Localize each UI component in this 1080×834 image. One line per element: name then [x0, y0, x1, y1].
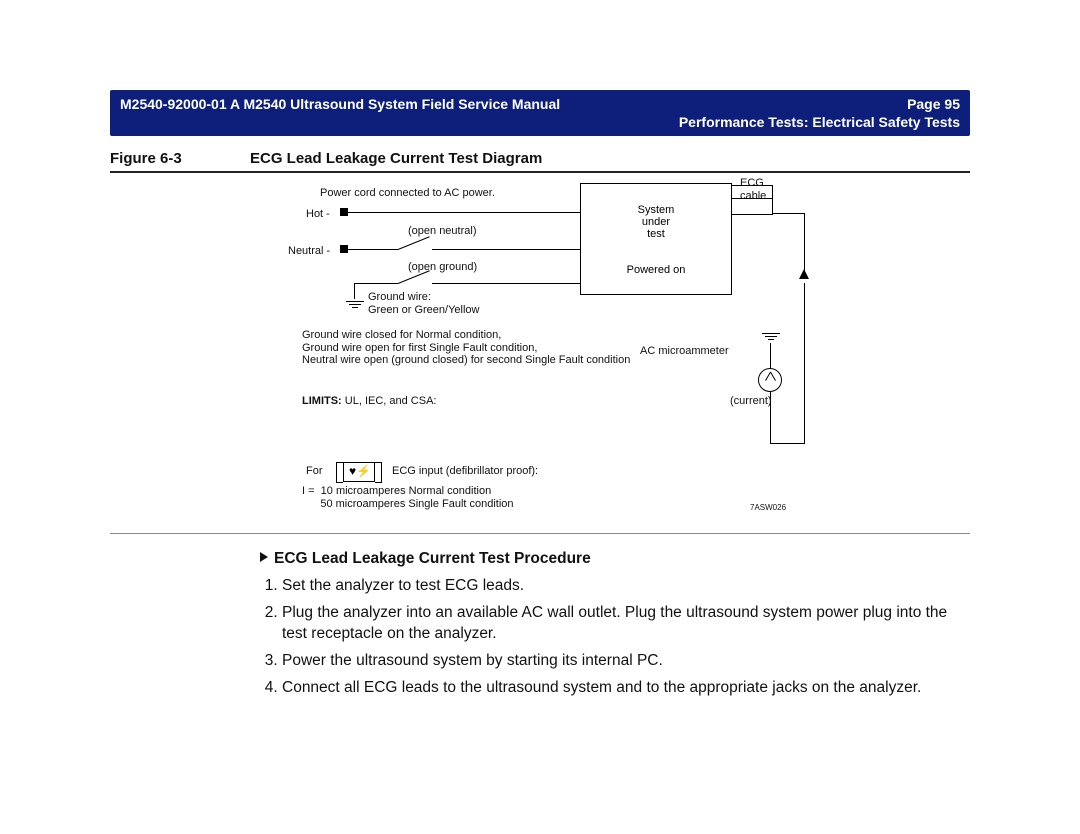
ecg-cable-label: ECG cable	[740, 177, 766, 202]
system-label-2: under	[642, 216, 670, 228]
ecg-input-label: ECG input (defibrillator proof):	[392, 465, 538, 478]
section-arrow-icon	[260, 552, 268, 562]
doc-id: M2540-92000-01 A M2540 Ultrasound System…	[120, 96, 560, 112]
procedure-section: ECG Lead Leakage Current Test Procedure …	[110, 550, 970, 699]
wire-ground-a	[354, 283, 398, 284]
wire-neutral-b	[432, 249, 580, 250]
step-2: Plug the analyzer into an available AC w…	[282, 603, 970, 645]
open-neutral-label: (open neutral)	[408, 225, 477, 238]
page-number: Page 95	[907, 96, 960, 112]
arrow-up-icon	[799, 269, 809, 279]
for-label: For	[306, 465, 323, 478]
procedure-steps: Set the analyzer to test ECG leads. Plug…	[260, 576, 970, 699]
power-cord-note: Power cord connected to AC power.	[320, 187, 495, 200]
step-4: Connect all ECG leads to the ultrasound …	[282, 678, 970, 699]
figure-heading: Figure 6-3 ECG Lead Leakage Current Test…	[110, 150, 970, 173]
wire-ground-drop	[354, 283, 355, 299]
wire-ecg-v2	[804, 283, 805, 443]
powered-on-label: Powered on	[581, 264, 731, 276]
ground-wire-label: Ground wire: Green or Green/Yellow	[368, 291, 480, 316]
neutral-switch-icon	[398, 236, 430, 250]
neutral-label: Neutral -	[288, 245, 330, 258]
figure-title: ECG Lead Leakage Current Test Diagram	[250, 150, 542, 167]
diagram: System under test Powered on ECG cable A…	[110, 173, 970, 534]
conditions-text: Ground wire closed for Normal condition,…	[302, 329, 630, 367]
system-label-1: System	[638, 204, 675, 216]
limits-body: UL, IEC, and CSA:	[342, 395, 437, 407]
ac-microammeter-label: AC microammeter	[640, 345, 729, 358]
limits-prefix: LIMITS:	[302, 395, 342, 407]
wire-ecg-h2	[770, 443, 805, 444]
current-label: (current)	[730, 395, 772, 408]
step-1: Set the analyzer to test ECG leads.	[282, 576, 970, 597]
page-header: M2540-92000-01 A M2540 Ultrasound System…	[110, 90, 970, 136]
defibrillator-proof-icon: ♥⚡	[343, 462, 375, 482]
ac-microammeter-icon	[758, 368, 782, 392]
neutral-terminal-icon	[340, 245, 348, 253]
section-title: Performance Tests: Electrical Safety Tes…	[120, 114, 960, 130]
figure-ref-code: 7ASW026	[750, 503, 786, 512]
system-under-test-box: System under test Powered on	[580, 183, 732, 295]
open-ground-label: (open ground)	[408, 261, 477, 274]
manual-page: M2540-92000-01 A M2540 Ultrasound System…	[0, 0, 1080, 834]
limits-values: I = 10 microamperes Normal condition 50 …	[302, 485, 514, 510]
wire-amm-top	[770, 343, 771, 369]
figure-label: Figure 6-3	[110, 150, 250, 167]
wire-neutral-a	[348, 249, 398, 250]
wire-ecg-v1	[804, 213, 805, 273]
wire-ground-b	[432, 283, 580, 284]
ground-icon-ammeter	[762, 331, 780, 342]
procedure-title: ECG Lead Leakage Current Test Procedure	[274, 550, 591, 567]
system-label-3: test	[647, 228, 665, 240]
hot-label: Hot -	[306, 208, 330, 221]
step-3: Power the ultrasound system by starting …	[282, 651, 970, 672]
wire-ecg-h	[772, 213, 804, 214]
ground-icon	[346, 299, 364, 310]
hot-terminal-icon	[340, 208, 348, 216]
wire-hot	[348, 212, 580, 213]
